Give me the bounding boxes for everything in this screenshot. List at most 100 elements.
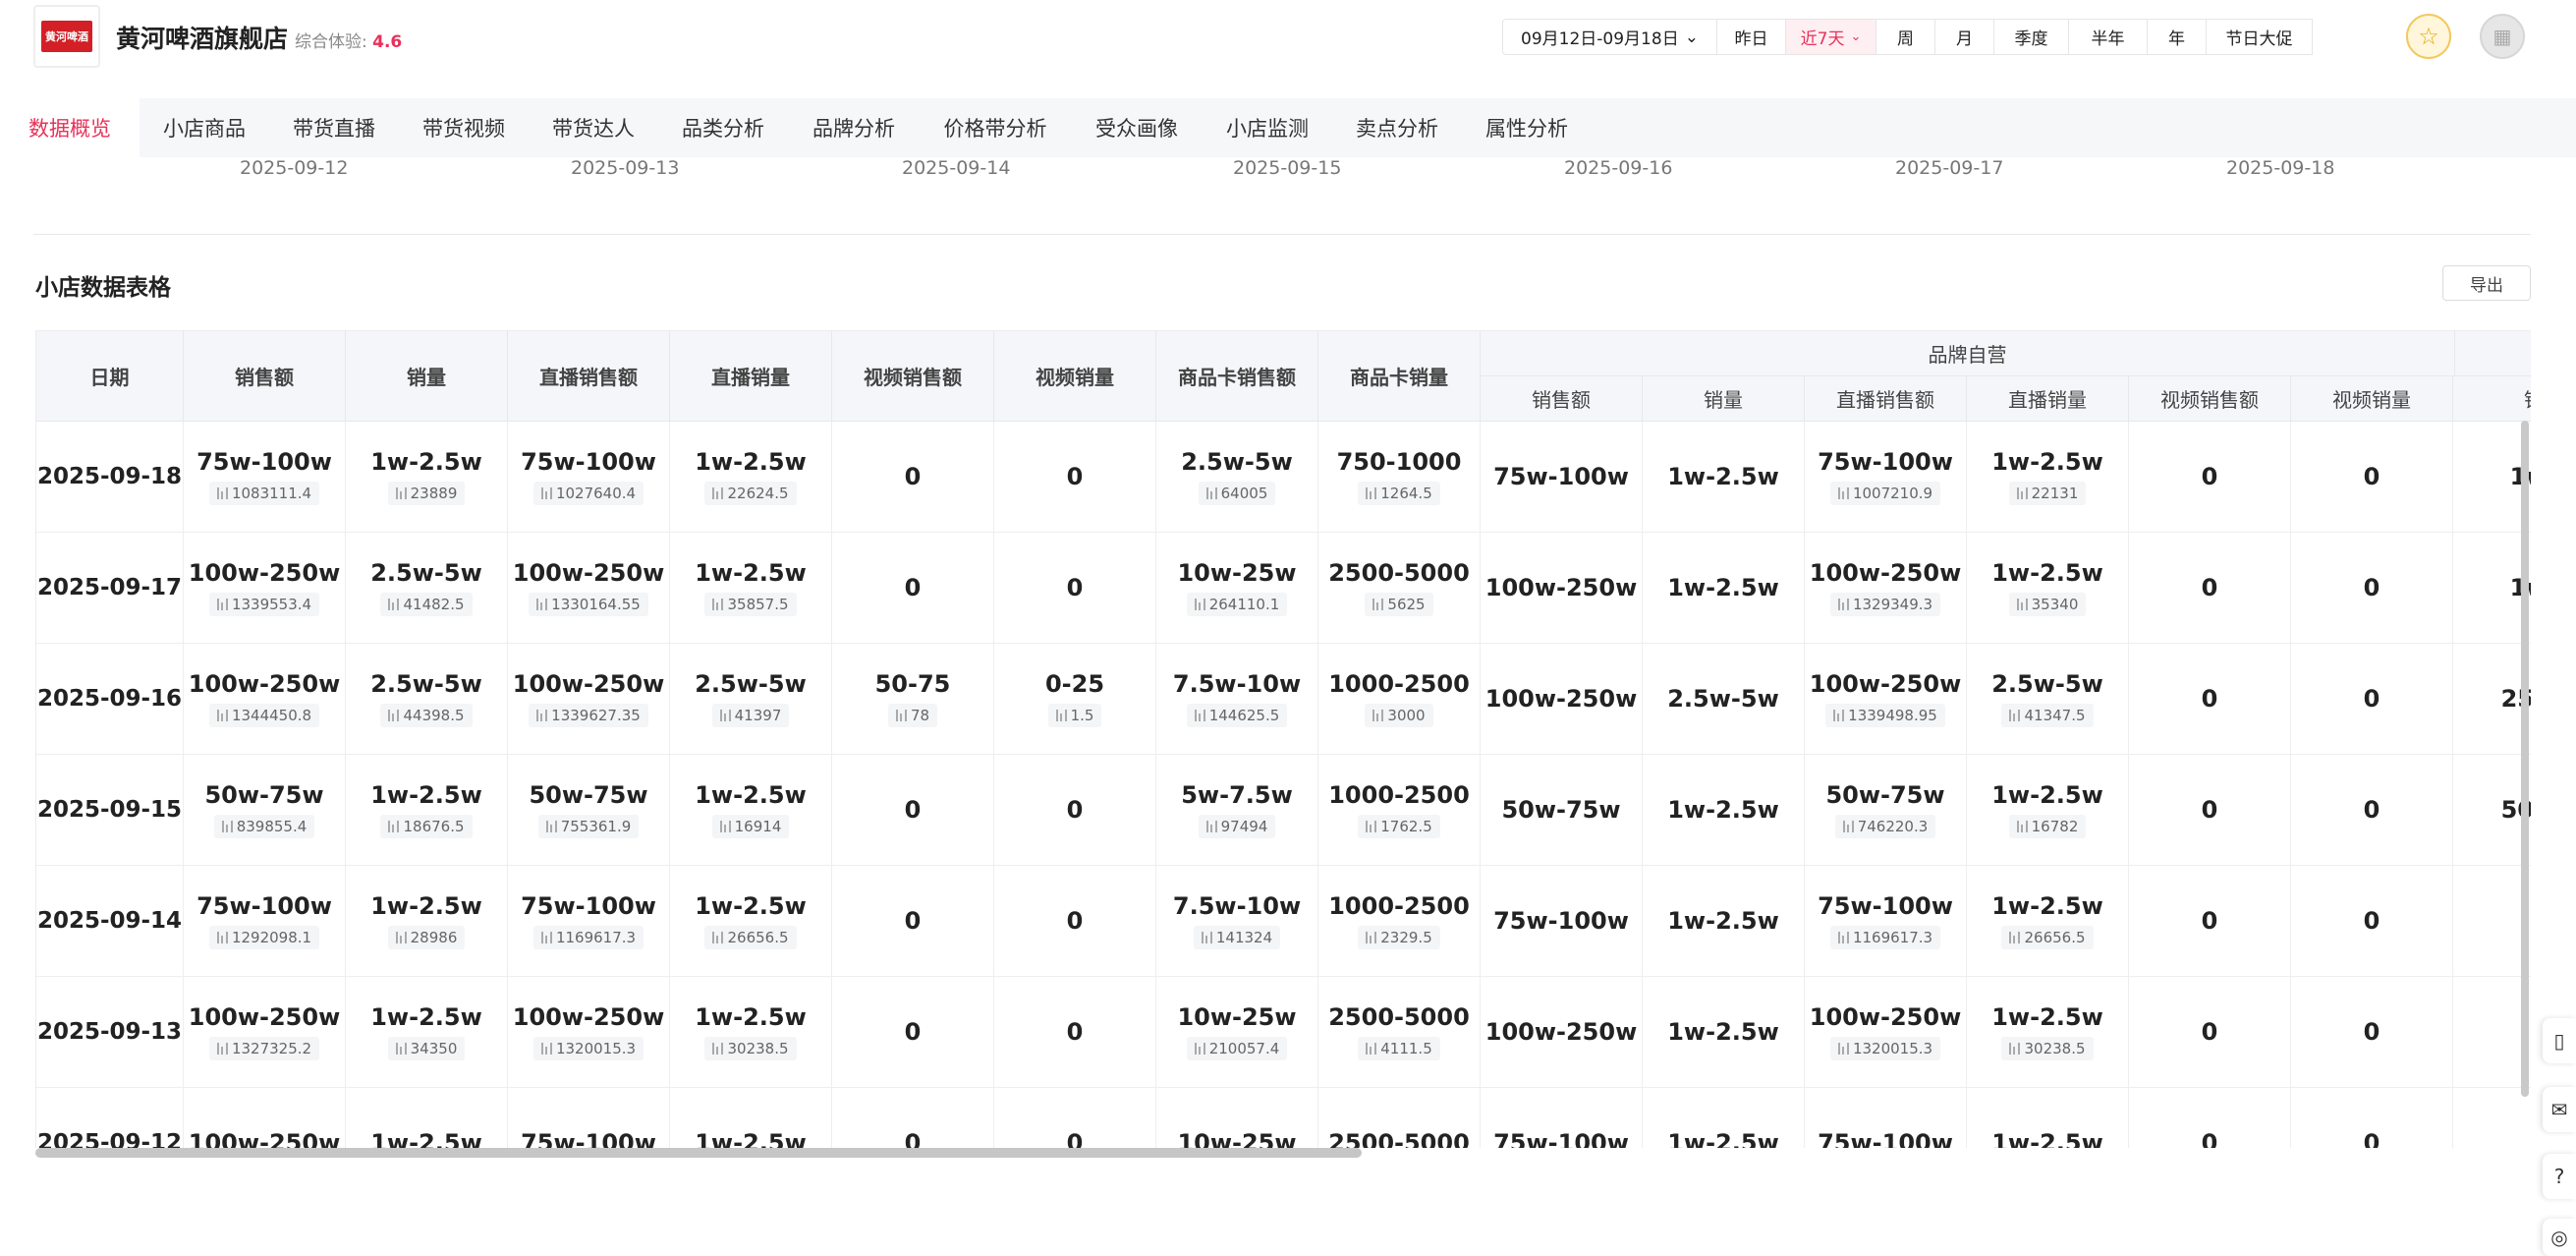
x-axis-tick-label: 2025-09-15 <box>1233 157 1342 179</box>
tab-5[interactable]: 带货达人 <box>529 98 658 157</box>
range-value: 1w-2.5w <box>370 892 482 920</box>
bar-chart-icon <box>216 487 228 499</box>
table-row[interactable]: 2025-09-15 50w-75w 839855.4 1w-2.5w 18676.5 5… <box>36 755 2531 866</box>
exact-value-badge: 41397 <box>711 704 790 727</box>
data-cell: 7.5w-10w 144625.5 <box>1156 644 1318 755</box>
date-range-text: 09月12日-09月18日 <box>1521 29 1679 49</box>
data-cell: 75w-100w <box>1481 866 1643 977</box>
range-value: 1w-2.5w <box>1991 1003 2103 1031</box>
exact-value: 1339553.4 <box>231 596 312 613</box>
bar-chart-icon <box>1837 1043 1849 1055</box>
date-option-4[interactable]: 月 <box>1935 19 1994 55</box>
exact-value: 1169617.3 <box>1852 929 1933 946</box>
range-value: 100w-250w <box>188 1003 341 1031</box>
bar-chart-icon <box>1205 487 1217 499</box>
date-option-6[interactable]: 半年 <box>2069 19 2148 55</box>
date-option-label: 年 <box>2168 29 2185 49</box>
tab-4[interactable]: 带货视频 <box>399 98 529 157</box>
tab-12[interactable]: 属性分析 <box>1462 98 1592 157</box>
bar-chart-icon <box>2016 821 2028 832</box>
shop-logo[interactable]: 黄河啤酒 <box>33 5 100 68</box>
bar-chart-icon <box>536 599 548 610</box>
table-row[interactable]: 2025-09-14 75w-100w 1292098.1 1w-2.5w 28986 7… <box>36 866 2531 977</box>
tab-9[interactable]: 受众画像 <box>1071 98 1203 157</box>
exact-value-badge: 1027640.4 <box>532 482 644 505</box>
data-cell: 75w-100w 1027640.4 <box>508 422 670 533</box>
data-cell: 1w-2.5w 30238.5 <box>1967 977 2129 1088</box>
bar-chart-icon <box>1372 710 1384 721</box>
data-cell: 0 <box>2129 1088 2291 1148</box>
tab-11[interactable]: 卖点分析 <box>1332 98 1462 157</box>
table-vertical-scrollbar[interactable] <box>2521 421 2529 1097</box>
bar-chart-icon <box>395 1043 407 1055</box>
table-row[interactable]: 2025-09-13 100w-250w 1327325.2 1w-2.5w 34350… <box>36 977 2531 1088</box>
date-cell: 2025-09-18 <box>36 422 184 533</box>
table-row[interactable]: 2025-09-12 100w-250w 1w-2.5w 75w-100w 1w-2.5… <box>36 1088 2531 1148</box>
data-cell: 0 <box>2129 755 2291 866</box>
data-cell: 0 <box>2291 755 2453 866</box>
date-option-label: 周 <box>1897 29 1914 49</box>
range-value: 100w-250w <box>188 559 341 587</box>
exact-value-badge: 30238.5 <box>2001 1037 2094 1060</box>
date-range-picker[interactable]: 09月12日-09月18日 ⌄ <box>1502 19 1717 55</box>
date-option-5[interactable]: 季度 <box>1994 19 2069 55</box>
wechat-icon[interactable]: ◎ <box>2543 1219 2576 1256</box>
shop-name[interactable]: 黄河啤酒旗舰店 <box>116 20 288 55</box>
tab-2[interactable]: 小店商品 <box>140 98 269 157</box>
phone-icon[interactable]: ▯ <box>2543 1018 2576 1063</box>
data-cell: 1w-2.5w 35340 <box>1967 533 2129 644</box>
tab-1[interactable]: 数据概览 <box>0 98 140 157</box>
range-value: 0 <box>1066 1018 1084 1046</box>
exact-value: 746220.3 <box>1857 818 1929 835</box>
date-option-7[interactable]: 年 <box>2148 19 2207 55</box>
bar-chart-icon <box>1366 1043 1377 1055</box>
export-button[interactable]: 导出 <box>2442 265 2531 301</box>
table-horizontal-scrollbar[interactable] <box>35 1148 1362 1158</box>
table-row[interactable]: 2025-09-17 100w-250w 1339553.4 2.5w-5w 41482… <box>36 533 2531 644</box>
exact-value: 34350 <box>410 1040 458 1057</box>
exact-value-badge: 34350 <box>387 1037 466 1060</box>
user-avatar[interactable]: ▦ <box>2480 14 2525 59</box>
date-option-2[interactable]: 近7天 ⌄ <box>1786 19 1876 55</box>
tab-3[interactable]: 带货直播 <box>269 98 399 157</box>
data-cell: 100w-250w 1339627.35 <box>508 644 670 755</box>
bar-chart-icon <box>388 599 400 610</box>
range-value: 1w-2.5w <box>695 448 807 476</box>
data-cell: 50w-75w <box>1481 755 1643 866</box>
page-root: 黄河啤酒 黄河啤酒旗舰店 综合体验: 4.6 09月12日-09月18日 ⌄ ☆… <box>0 0 2576 1256</box>
range-value: 0 <box>1066 907 1084 935</box>
range-value: 2500-5000 <box>1328 1129 1470 1148</box>
help-icon[interactable]: ? <box>2543 1154 2576 1199</box>
tab-10[interactable]: 小店监测 <box>1203 98 1332 157</box>
bar-chart-icon <box>719 710 731 721</box>
exact-value-badge: 1330164.55 <box>529 593 648 616</box>
bar-chart-icon <box>1372 599 1384 610</box>
data-cell: 1w-2.5w <box>1643 422 1805 533</box>
range-value: 0 <box>904 796 922 824</box>
bar-chart-icon <box>712 1043 724 1055</box>
range-value: 1w-2.5w <box>695 559 807 587</box>
exact-value: 23889 <box>410 485 458 502</box>
experience-score: 综合体验: 4.6 <box>295 28 402 52</box>
bar-chart-icon <box>2009 710 2021 721</box>
range-value: 75w-100w <box>1493 463 1629 490</box>
column-header <box>2455 331 2531 376</box>
exact-value-badge: 64005 <box>1198 482 1276 505</box>
table-row[interactable]: 2025-09-18 75w-100w 1083111.4 1w-2.5w 23889 7… <box>36 422 2531 533</box>
data-cell: 1w-2.5w 35857.5 <box>670 533 832 644</box>
data-cell: 0 <box>2129 866 2291 977</box>
range-value: 75w-100w <box>1493 907 1629 935</box>
mail-icon[interactable]: ✉ <box>2543 1087 2576 1132</box>
exact-value: 22131 <box>2031 485 2079 502</box>
date-option-1[interactable]: 昨日 <box>1717 19 1786 55</box>
tab-6[interactable]: 品类分析 <box>658 98 788 157</box>
table-row[interactable]: 2025-09-16 100w-250w 1344450.8 2.5w-5w 44398… <box>36 644 2531 755</box>
date-option-8[interactable]: 节日大促 <box>2207 19 2313 55</box>
exact-value: 755361.9 <box>560 818 632 835</box>
data-cell: 1w-2.5w 30238.5 <box>670 977 832 1088</box>
favorite-star-icon[interactable]: ☆ <box>2406 14 2451 59</box>
tab-7[interactable]: 品牌分析 <box>788 98 920 157</box>
data-cell: 1w-2.5w 23889 <box>346 422 508 533</box>
date-option-3[interactable]: 周 <box>1876 19 1935 55</box>
tab-8[interactable]: 价格带分析 <box>920 98 1071 157</box>
